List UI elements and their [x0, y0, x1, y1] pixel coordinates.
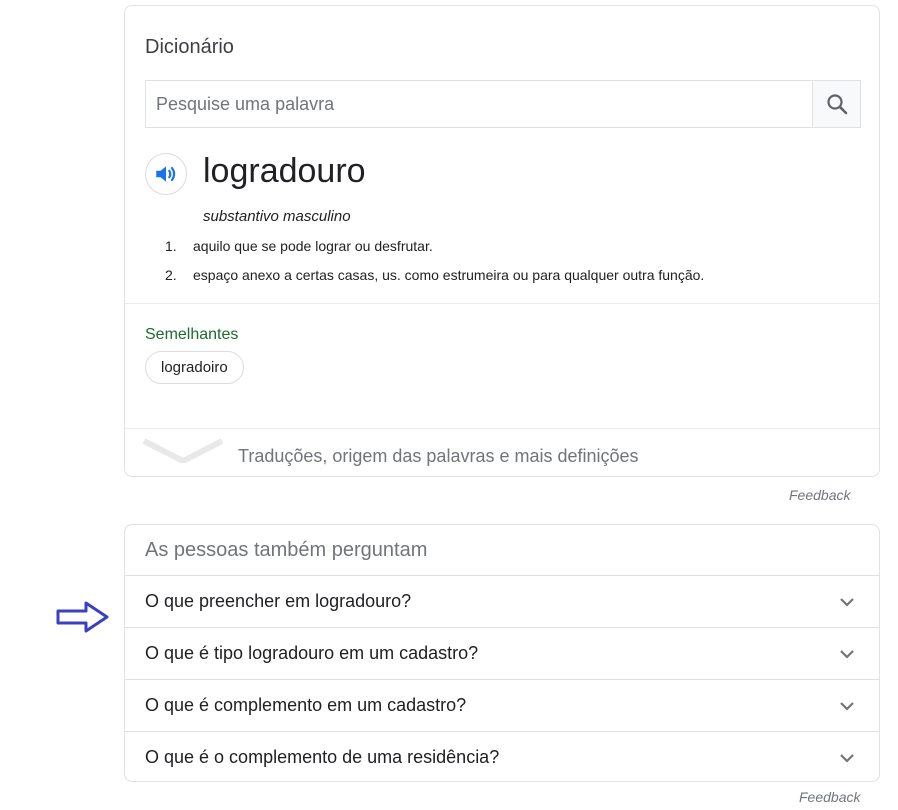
dictionary-title: Dicionário: [145, 36, 234, 58]
people-also-ask-card: As pessoas também perguntam O que preenc…: [124, 524, 880, 782]
people-also-ask-title: As pessoas também perguntam: [145, 539, 428, 561]
questions-list: O que preencher em logradouro? O que é t…: [125, 575, 879, 781]
headword: logradouro: [203, 152, 366, 190]
definition-text: aquilo que se pode lograr ou desfrutar.: [193, 238, 433, 254]
definition-number: 1.: [165, 238, 177, 254]
search-button[interactable]: [812, 81, 860, 127]
feedback-link-dictionary[interactable]: Feedback: [789, 487, 850, 503]
question-text: O que é tipo logradouro em um cadastro?: [145, 643, 479, 663]
speaker-icon: [156, 166, 176, 182]
more-definitions-label: Traduções, origem das palavras e mais de…: [238, 446, 639, 466]
definition-number: 2.: [165, 267, 177, 283]
feedback-link-questions[interactable]: Feedback: [799, 789, 860, 805]
chevron-down-icon: [840, 597, 854, 607]
question-text: O que preencher em logradouro?: [145, 591, 412, 611]
right-arrow-icon: [56, 601, 109, 633]
dictionary-search-box: [145, 80, 861, 128]
word-class: substantivo masculino: [203, 208, 351, 225]
question-text: O que é o complemento de uma residência?: [145, 747, 500, 767]
chevron-down-icon: [143, 438, 223, 463]
question-text: O que é complemento em um cadastro?: [145, 695, 467, 715]
definition-item: 2. espaço anexo a certas casas, us. como…: [165, 267, 704, 296]
chevron-down-icon: [840, 701, 854, 711]
definitions-list: 1. aquilo que se pode lograr ou desfruta…: [165, 238, 704, 296]
question-item[interactable]: O que é tipo logradouro em um cadastro?: [125, 627, 879, 679]
question-item[interactable]: O que preencher em logradouro?: [125, 575, 879, 627]
dictionary-card: Dicionário logradouro substantivo mascul…: [124, 5, 880, 477]
pronunciation-button[interactable]: [145, 153, 187, 195]
divider: [125, 303, 879, 304]
definition-item: 1. aquilo que se pode lograr ou desfruta…: [165, 238, 704, 267]
search-icon: [826, 94, 847, 115]
more-definitions-toggle[interactable]: Traduções, origem das palavras e mais de…: [125, 429, 879, 476]
chevron-down-icon: [840, 649, 854, 659]
chevron-down-icon: [840, 753, 854, 763]
question-item[interactable]: O que é o complemento de uma residência?: [125, 731, 879, 781]
definition-text: espaço anexo a certas casas, us. como es…: [193, 267, 705, 283]
similar-label: Semelhantes: [145, 326, 239, 343]
dictionary-search-input[interactable]: [146, 81, 812, 127]
question-item[interactable]: O que é complemento em um cadastro?: [125, 679, 879, 731]
similar-word-chip[interactable]: logradoiro: [145, 351, 244, 384]
